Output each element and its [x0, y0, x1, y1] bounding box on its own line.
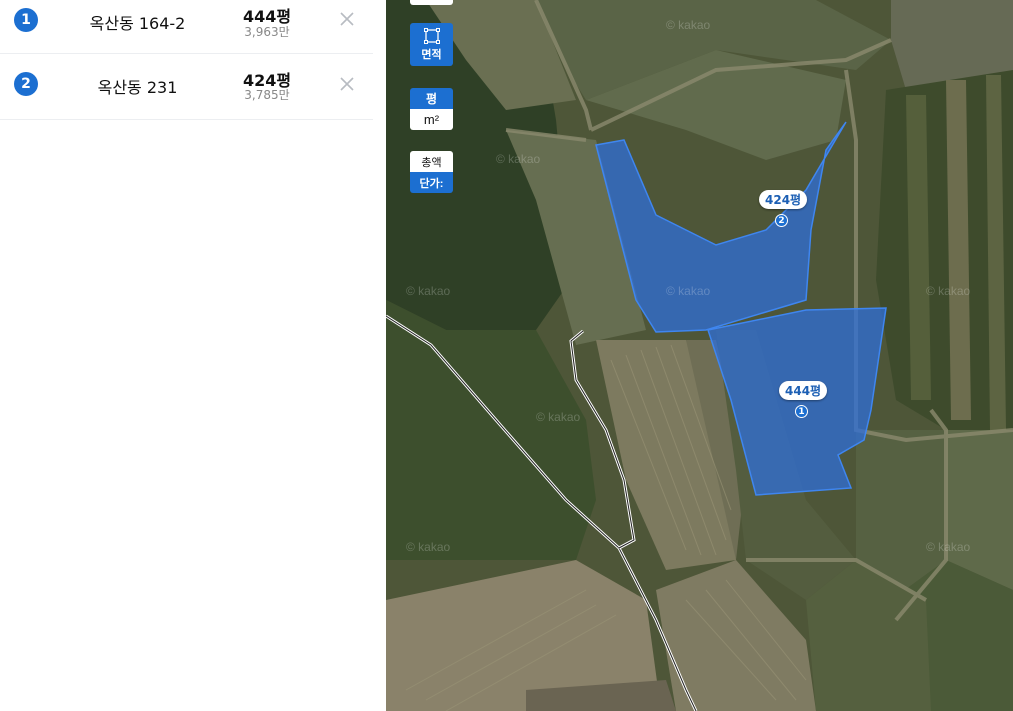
close-icon [340, 12, 354, 26]
map-control-partial[interactable] [410, 0, 453, 5]
remove-parcel-button[interactable] [334, 6, 360, 32]
parcel-row[interactable]: 1 옥산동 164-2 444평 3,963만 [0, 0, 373, 54]
satellite-imagery [386, 0, 1013, 711]
unit-sqm-option[interactable]: m² [410, 109, 453, 130]
unit-toggle: 평 m² [410, 88, 453, 130]
parcel-area-tag[interactable]: 444평 [779, 381, 828, 400]
parcel-row[interactable]: 2 옥산동 231 424평 3,785만 [0, 54, 373, 120]
map-watermark: © kakao [926, 540, 971, 554]
area-measure-button[interactable]: 면적 [410, 23, 453, 66]
unit-price-option[interactable]: 단가: [410, 172, 453, 193]
parcel-number-badge: 2 [14, 72, 38, 96]
remove-parcel-button[interactable] [334, 71, 360, 97]
satellite-map[interactable]: © kakao © kakao © kakao © kakao © kakao … [386, 0, 1013, 711]
area-measure-label: 면적 [421, 48, 442, 61]
unit-pyeong-option[interactable]: 평 [410, 88, 453, 109]
parcel-number-marker: 2 [775, 214, 788, 227]
map-watermark: © kakao [406, 540, 451, 554]
map-watermark: © kakao [666, 284, 711, 298]
map-watermark: © kakao [666, 18, 711, 32]
map-watermark: © kakao [406, 284, 451, 298]
parcel-area-tag[interactable]: 424평 [759, 190, 808, 209]
map-watermark: © kakao [536, 410, 581, 424]
map-watermark: © kakao [926, 284, 971, 298]
square-select-icon [423, 27, 440, 44]
parcel-address: 옥산동 164-2 [89, 14, 186, 33]
parcel-price: 3,963만 [244, 25, 290, 39]
total-price-option[interactable]: 총액 [410, 151, 453, 172]
parcel-address: 옥산동 231 [97, 78, 178, 97]
parcel-number-marker: 1 [795, 405, 808, 418]
parcel-number-badge: 1 [14, 8, 38, 32]
close-icon [340, 77, 354, 91]
parcel-list-panel: 1 옥산동 164-2 444평 3,963만 2 옥산동 231 424평 3… [0, 0, 373, 711]
map-watermark: © kakao [496, 152, 541, 166]
price-mode-toggle: 총액 단가: [410, 151, 453, 193]
parcel-price: 3,785만 [244, 88, 290, 102]
